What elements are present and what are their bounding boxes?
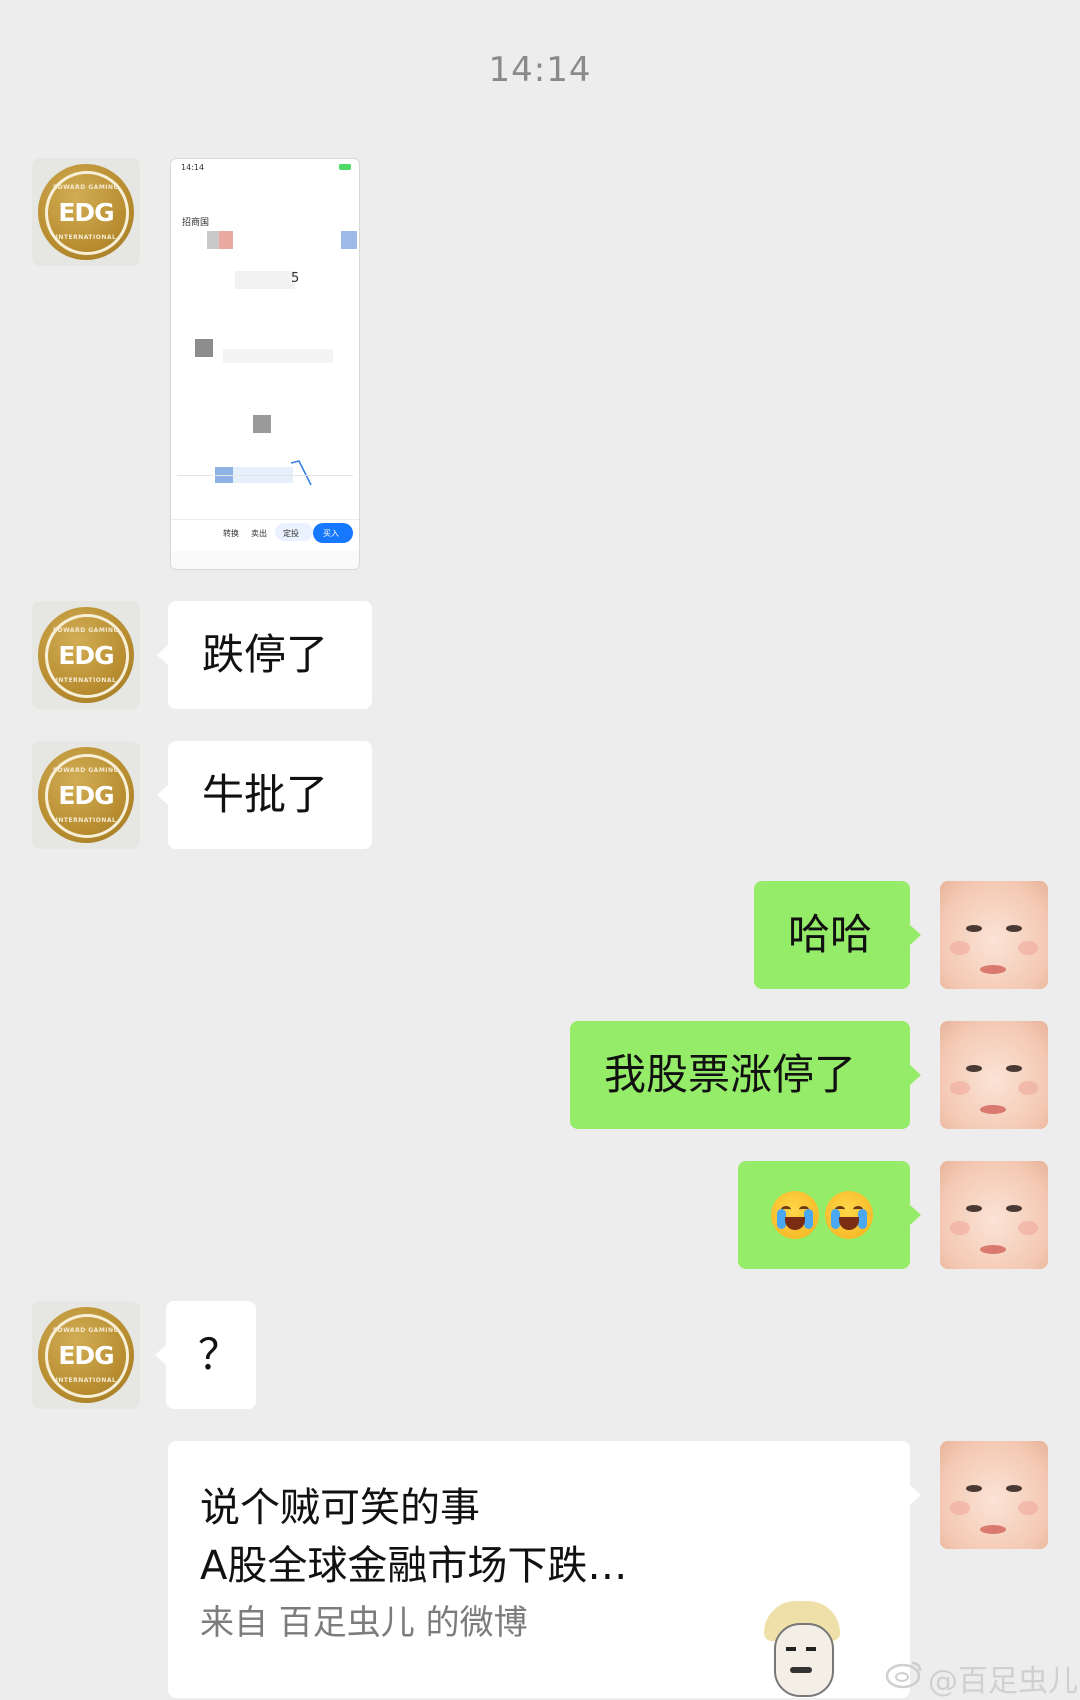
- my-avatar[interactable]: [940, 881, 1048, 989]
- message-bubble[interactable]: 跌停了: [168, 601, 372, 709]
- contact-avatar[interactable]: EDWARD GAMING EDG INTERNATIONAL: [32, 741, 140, 849]
- contact-avatar[interactable]: EDWARD GAMING EDG INTERNATIONAL: [32, 601, 140, 709]
- edg-logo: EDWARD GAMING EDG INTERNATIONAL: [38, 747, 134, 843]
- message-bubble[interactable]: 我股票涨停了: [570, 1021, 910, 1129]
- message-text: ？: [198, 1330, 241, 1379]
- loudly-crying-emoji-icon: [771, 1191, 819, 1239]
- contact-avatar[interactable]: EDWARD GAMING EDG INTERNATIONAL: [32, 158, 140, 266]
- baby-photo: [940, 1161, 1048, 1269]
- nav-bar: [171, 551, 359, 569]
- screenshot-time: 14:14: [181, 163, 205, 172]
- weibo-icon: [885, 1661, 922, 1689]
- fund-name: 招商国: [182, 218, 210, 228]
- message-text: 跌停了: [202, 630, 329, 679]
- card-title-line2: A股全球金融市场下跌…: [200, 1543, 628, 1589]
- baby-photo: [940, 1441, 1048, 1549]
- image-message[interactable]: 14:14 招商国 5 转换 卖出 定投 买入: [170, 158, 360, 570]
- fund-number: 5: [291, 271, 300, 286]
- convert-button: 转换: [223, 529, 239, 538]
- battery-icon: [339, 164, 351, 170]
- message-bubble[interactable]: 哈哈: [754, 881, 910, 989]
- card-thumbnail: [760, 1601, 844, 1698]
- auto-invest-button: 定投: [283, 529, 299, 538]
- sell-button: 卖出: [251, 529, 267, 538]
- contact-avatar[interactable]: EDWARD GAMING EDG INTERNATIONAL: [32, 1301, 140, 1409]
- baby-photo: [940, 1021, 1048, 1129]
- message-timestamp: 14:14: [488, 50, 592, 90]
- card-source: 来自 百足虫儿 的微博: [200, 1603, 528, 1643]
- message-bubble[interactable]: [738, 1161, 910, 1269]
- watermark-text: @百足虫儿: [928, 1664, 1078, 1699]
- my-avatar[interactable]: [940, 1161, 1048, 1269]
- card-title-line1: 说个贼可笑的事: [200, 1485, 480, 1531]
- my-avatar[interactable]: [940, 1441, 1048, 1549]
- message-bubble[interactable]: ？: [166, 1301, 256, 1409]
- edg-logo: EDWARD GAMING EDG INTERNATIONAL: [38, 1307, 134, 1403]
- message-text: 我股票涨停了: [604, 1050, 857, 1099]
- edg-logo: EDWARD GAMING EDG INTERNATIONAL: [38, 607, 134, 703]
- message-text: 牛批了: [202, 770, 329, 819]
- fund-chart-line: [291, 460, 312, 486]
- baby-photo: [940, 881, 1048, 989]
- edg-logo: EDWARD GAMING EDG INTERNATIONAL: [38, 164, 134, 260]
- my-avatar[interactable]: [940, 1021, 1048, 1129]
- loudly-crying-emoji-icon: [825, 1191, 873, 1239]
- message-text: 哈哈: [788, 910, 873, 959]
- link-card[interactable]: 说个贼可笑的事 A股全球金融市场下跌… 来自 百足虫儿 的微博: [168, 1441, 910, 1698]
- message-bubble[interactable]: 牛批了: [168, 741, 372, 849]
